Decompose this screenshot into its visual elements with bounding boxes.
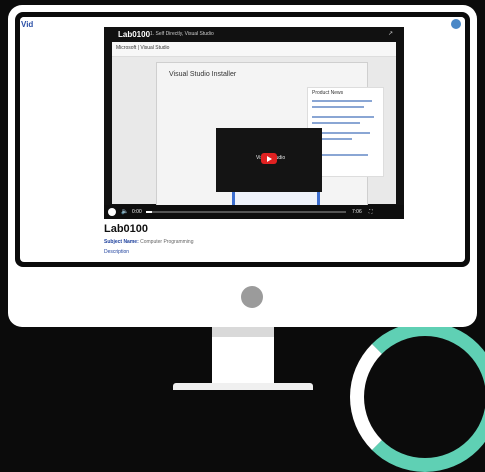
video-channel-title: Lab0100 xyxy=(118,30,151,39)
monitor-base xyxy=(173,383,313,390)
news-line xyxy=(312,116,374,118)
video-content-webpage: Microsoft | Visual Studio Visual Studio … xyxy=(112,42,396,215)
power-button-icon xyxy=(241,286,263,308)
progress-fill xyxy=(146,211,152,213)
news-line xyxy=(312,106,364,108)
web-nav-brand: Microsoft | Visual Studio xyxy=(116,45,170,51)
decorative-ring xyxy=(350,322,485,472)
description-link[interactable]: Description xyxy=(104,249,129,255)
monitor-neck-shadow xyxy=(212,327,274,337)
screen-bezel: Vid Lab0100 1. Self Directly, Visual Stu… xyxy=(15,12,470,267)
product-news-title: Product News xyxy=(312,90,344,96)
fullscreen-icon[interactable]: ⛶ xyxy=(369,209,373,215)
video-subtitle: 1. Self Directly, Visual Studio xyxy=(150,31,214,37)
user-avatar-icon[interactable] xyxy=(451,19,461,29)
page-title: Lab0100 xyxy=(104,223,149,235)
current-time: 0:00 xyxy=(132,209,142,215)
subject-label: Subject Name: xyxy=(104,239,139,245)
video-web-nav: Microsoft | Visual Studio xyxy=(112,42,396,57)
news-line xyxy=(312,122,360,124)
subject-line: Subject Name: Computer Programming xyxy=(104,239,193,245)
site-logo[interactable]: Vid xyxy=(21,20,33,29)
monitor-frame: Vid Lab0100 1. Self Directly, Visual Stu… xyxy=(8,5,477,327)
play-icon[interactable] xyxy=(261,153,277,164)
inner-video-player[interactable]: Visual Studio xyxy=(216,128,322,192)
installer-title: Visual Studio Installer xyxy=(169,71,237,78)
video-controls: 🔈 0:00 7:06 ⛶ xyxy=(104,205,404,219)
share-icon[interactable]: ↗ xyxy=(388,30,393,37)
play-pause-button[interactable] xyxy=(108,208,116,216)
progress-bar[interactable] xyxy=(146,211,346,213)
video-player[interactable]: Lab0100 1. Self Directly, Visual Studio … xyxy=(104,27,404,219)
video-length: 7:06 xyxy=(352,209,362,215)
news-line xyxy=(312,100,372,102)
subject-value: Computer Programming xyxy=(140,239,194,245)
volume-icon[interactable]: 🔈 xyxy=(121,208,128,215)
screen: Vid Lab0100 1. Self Directly, Visual Stu… xyxy=(20,17,465,262)
